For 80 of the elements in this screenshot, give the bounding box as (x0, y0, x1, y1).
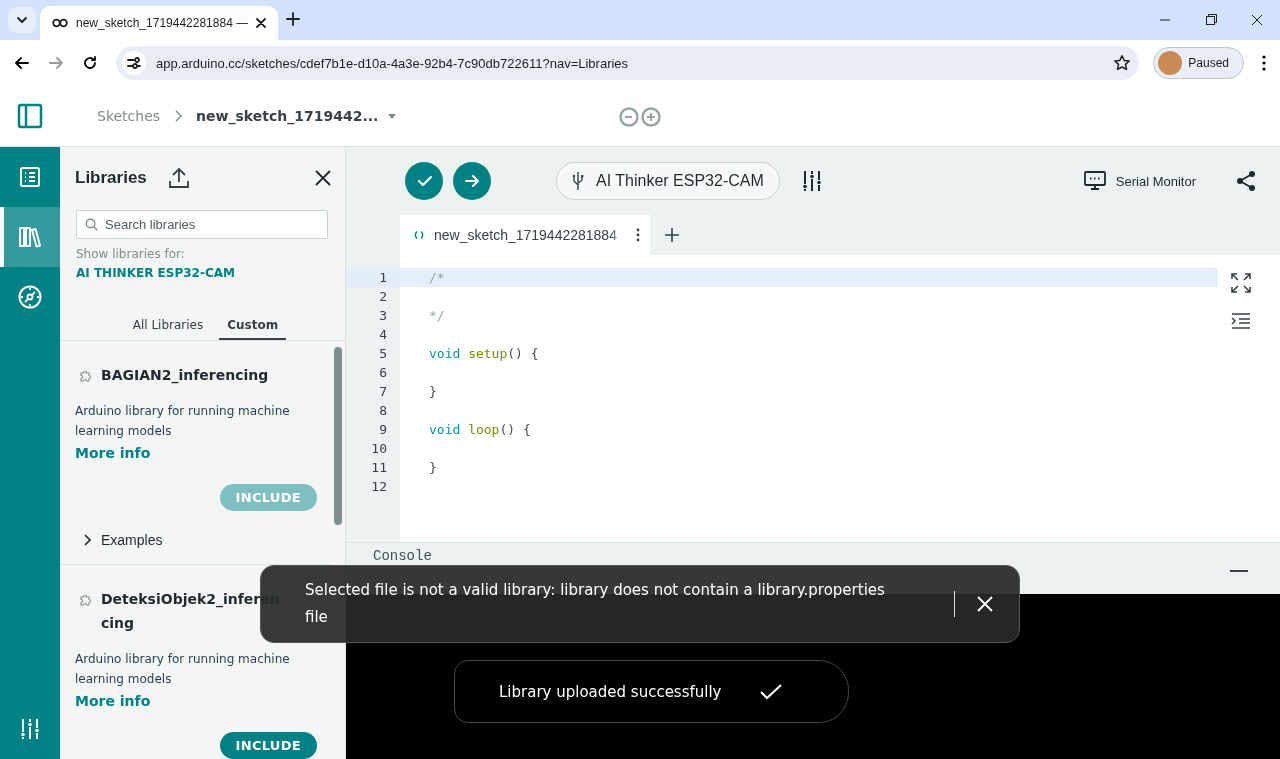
line-number: 5 (378, 345, 388, 363)
line-number: 9 (378, 421, 388, 439)
sliders-icon[interactable] (801, 170, 822, 192)
avatar-icon (1158, 51, 1183, 75)
line-number: 11 (370, 459, 388, 477)
address-bar[interactable]: app.arduino.cc/sketches/cdef7b1e-d10a-4a3e-92b4-7c90db722611?nav=Libraries (116, 46, 1140, 80)
chevron-right-icon (174, 110, 183, 122)
sketch-file-icon (414, 230, 424, 240)
line-number: 1 (346, 268, 400, 287)
scrollbar-thumb[interactable] (334, 347, 342, 525)
code-line: void setup() { (428, 345, 540, 363)
sidebar-toggle-icon[interactable] (17, 103, 43, 129)
upload-button[interactable] (453, 162, 491, 200)
library-description: Arduino library for running machine learning models (75, 403, 291, 440)
close-icon[interactable] (315, 170, 331, 186)
rail-item[interactable] (0, 207, 60, 267)
monitor-icon (1083, 171, 1106, 191)
bookmark-star-icon[interactable] (1113, 54, 1132, 72)
more-options-icon[interactable] (636, 228, 640, 242)
board-name: AI THINKER ESP32-CAM (76, 266, 236, 280)
breadcrumb-link[interactable]: Sketches (97, 108, 161, 124)
puzzle-icon (79, 369, 93, 382)
serial-monitor-button[interactable]: Serial Monitor (1083, 171, 1196, 191)
line-number: 8 (378, 402, 388, 420)
file-tab[interactable]: new_sketch_1719442281884 (400, 215, 650, 255)
profile-button[interactable]: Paused (1153, 47, 1244, 79)
line-number: 4 (378, 326, 388, 344)
usb-icon (572, 171, 584, 191)
tab-title: new_sketch_1719442281884 — (76, 16, 248, 30)
infinity-logo-icon (52, 18, 68, 28)
chevron-right-icon (83, 534, 91, 546)
library-description: Arduino library for running machine learning models (75, 651, 291, 688)
arduino-logo-icon (617, 107, 663, 127)
more-info-link[interactable]: More info (75, 693, 151, 709)
puzzle-icon (79, 593, 93, 606)
books-icon (18, 226, 42, 248)
caret-icon (388, 113, 397, 119)
code-line: */ (428, 307, 446, 325)
search-field[interactable]: Search libraries (76, 210, 328, 239)
sketch-name-dropdown[interactable]: new_sketch_1719442... (196, 108, 397, 124)
sketchbook-icon (19, 166, 41, 188)
share-icon[interactable] (1236, 170, 1256, 192)
line-number: 3 (378, 307, 388, 325)
line-number: 12 (370, 478, 388, 496)
filter-tab[interactable]: All Libraries (124, 314, 212, 340)
upload-icon[interactable] (168, 167, 189, 189)
code-line: } (428, 459, 438, 477)
board-selector[interactable]: AI Thinker ESP32-CAM (556, 162, 780, 200)
close-icon[interactable] (256, 18, 266, 28)
search-icon (85, 218, 98, 231)
code-line: void loop() { (428, 421, 532, 439)
check-icon (760, 683, 782, 700)
expand-icon[interactable] (1231, 273, 1251, 293)
verify-button[interactable] (405, 162, 443, 200)
toast-message: Library uploaded successfully (499, 682, 723, 701)
console-title: Console (373, 548, 432, 564)
forward-icon[interactable] (48, 55, 64, 71)
menu-icon[interactable] (1262, 55, 1266, 71)
filter-tab[interactable]: Custom (219, 314, 287, 340)
line-number: 7 (378, 383, 388, 401)
include-button[interactable]: INCLUDE (219, 732, 317, 759)
site-settings-icon[interactable] (127, 56, 141, 70)
tab-list-button[interactable] (8, 7, 36, 33)
compass-icon (18, 285, 42, 309)
line-number: 6 (378, 364, 388, 382)
line-number: 10 (370, 440, 388, 458)
add-tab-icon[interactable] (664, 227, 680, 243)
settings-sliders-icon[interactable] (20, 718, 40, 740)
new-tab-icon[interactable] (286, 12, 300, 26)
line-number: 2 (378, 288, 388, 306)
browser-tab[interactable]: new_sketch_1719442281884 — (40, 6, 278, 40)
chevron-down-icon (16, 14, 28, 26)
toast-message: Selected file is not a valid library: library does not contain a library.properties file (305, 580, 886, 628)
panel-title: Libraries (75, 168, 147, 188)
indent-icon[interactable] (1231, 313, 1251, 329)
library-name: BAGIAN2_inferencing (101, 366, 270, 386)
reload-icon[interactable] (82, 55, 98, 71)
back-icon[interactable] (14, 55, 30, 71)
code-line: } (428, 383, 438, 401)
filter-label: Show libraries for: (76, 247, 186, 261)
